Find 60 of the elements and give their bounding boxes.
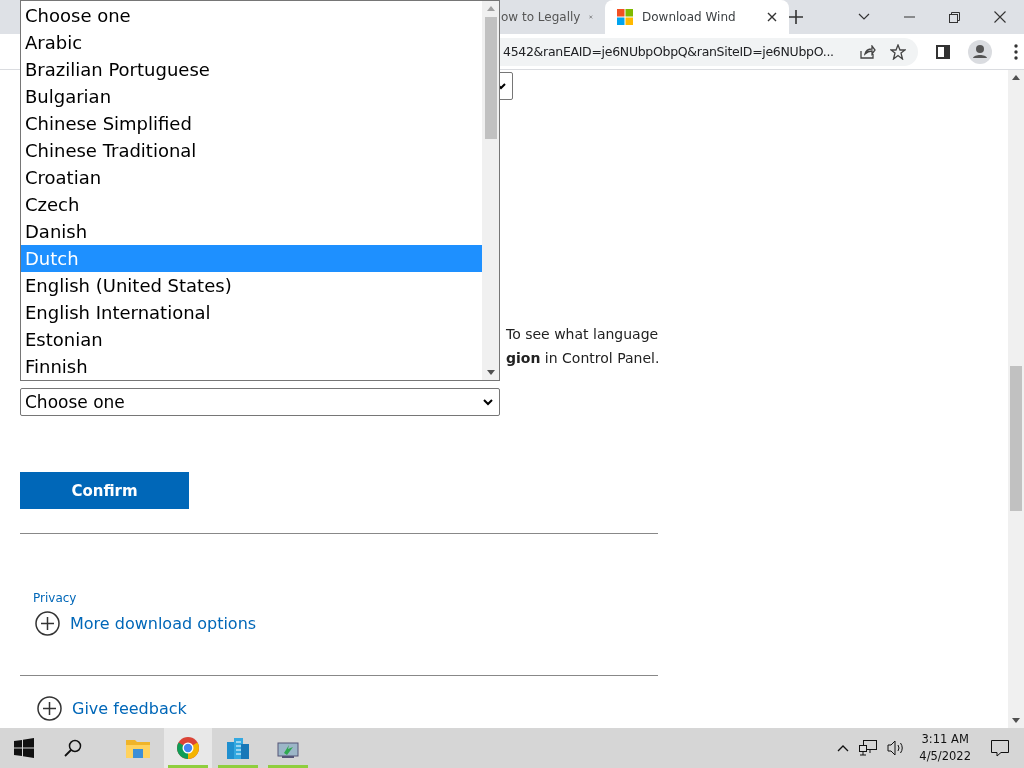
confirm-button[interactable]: Confirm <box>20 472 189 509</box>
running-indicator <box>168 765 208 768</box>
network-icon[interactable] <box>859 740 878 756</box>
dropdown-option[interactable]: Arabic <box>21 29 482 56</box>
dropdown-option[interactable]: English International <box>21 299 482 326</box>
windows-logo-icon <box>617 9 633 25</box>
paragraph-text: gion in Control Panel. <box>506 349 660 368</box>
chevron-down-icon[interactable] <box>858 13 870 21</box>
language-select[interactable]: Choose one <box>20 388 500 416</box>
close-icon[interactable] <box>767 12 777 22</box>
running-indicator <box>268 765 308 768</box>
browser-tab[interactable]: Download Wind <box>605 0 789 34</box>
star-icon[interactable] <box>890 43 906 60</box>
chrome-icon <box>176 736 200 760</box>
menu-icon[interactable] <box>1014 43 1018 60</box>
chevron-up-icon[interactable] <box>837 744 850 752</box>
search-icon[interactable] <box>64 739 82 757</box>
taskbar-app[interactable] <box>164 728 212 768</box>
share-icon[interactable] <box>860 44 876 59</box>
plus-circle-icon[interactable] <box>35 611 60 636</box>
clock-time[interactable]: 3:11 AM <box>921 731 969 748</box>
tab-title: Download Wind <box>642 10 737 24</box>
windows-start-icon[interactable] <box>14 738 34 758</box>
scrollbar[interactable] <box>482 1 499 380</box>
volume-icon[interactable] <box>887 740 906 756</box>
scrollbar[interactable] <box>1008 70 1024 728</box>
plus-circle-icon[interactable] <box>37 696 62 721</box>
paragraph-text: To see what language <box>506 325 660 344</box>
dropdown-option[interactable]: Bulgarian <box>21 83 482 110</box>
restore-icon[interactable] <box>949 11 960 23</box>
privacy-link[interactable]: Privacy <box>33 591 77 605</box>
close-icon[interactable] <box>994 11 1006 23</box>
dropdown-option[interactable]: Chinese Traditional <box>21 137 482 164</box>
tab-title: ow to Legally <box>501 10 581 24</box>
dropdown-option[interactable]: Croatian <box>21 164 482 191</box>
expander-link[interactable]: Give feedback <box>72 699 187 718</box>
dropdown-option[interactable]: Estonian <box>21 326 482 353</box>
expander-link[interactable]: More download options <box>70 614 257 633</box>
notification-icon[interactable] <box>991 739 1009 757</box>
scroll-down-icon[interactable] <box>486 370 495 375</box>
running-indicator <box>218 765 258 768</box>
clock-date[interactable]: 4/5/2022 <box>919 748 971 765</box>
chevron-down-icon <box>483 398 493 406</box>
dropdown-option[interactable]: Czech <box>21 191 482 218</box>
dropdown-option[interactable]: Brazilian Portuguese <box>21 56 482 83</box>
scrollbar-thumb[interactable] <box>1010 366 1022 511</box>
dropdown-option[interactable]: Choose one <box>21 2 482 29</box>
dropdown-option[interactable]: Danish <box>21 218 482 245</box>
folder-icon <box>126 738 150 758</box>
scroll-down-icon[interactable] <box>1012 718 1020 723</box>
dropdown-option[interactable]: English (United States) <box>21 272 482 299</box>
scrollbar-thumb[interactable] <box>484 17 497 139</box>
new-tab-icon[interactable] <box>789 10 803 24</box>
side-panel-icon[interactable] <box>936 44 950 59</box>
dropdown-option[interactable]: Finnish <box>21 353 482 380</box>
buildings-icon <box>226 736 250 760</box>
browser-tab[interactable]: ow to Legally <box>497 0 605 34</box>
dropdown-option[interactable]: Chinese Simplified <box>21 110 482 137</box>
scroll-up-icon[interactable] <box>1012 75 1020 80</box>
profile-icon[interactable] <box>968 39 992 64</box>
